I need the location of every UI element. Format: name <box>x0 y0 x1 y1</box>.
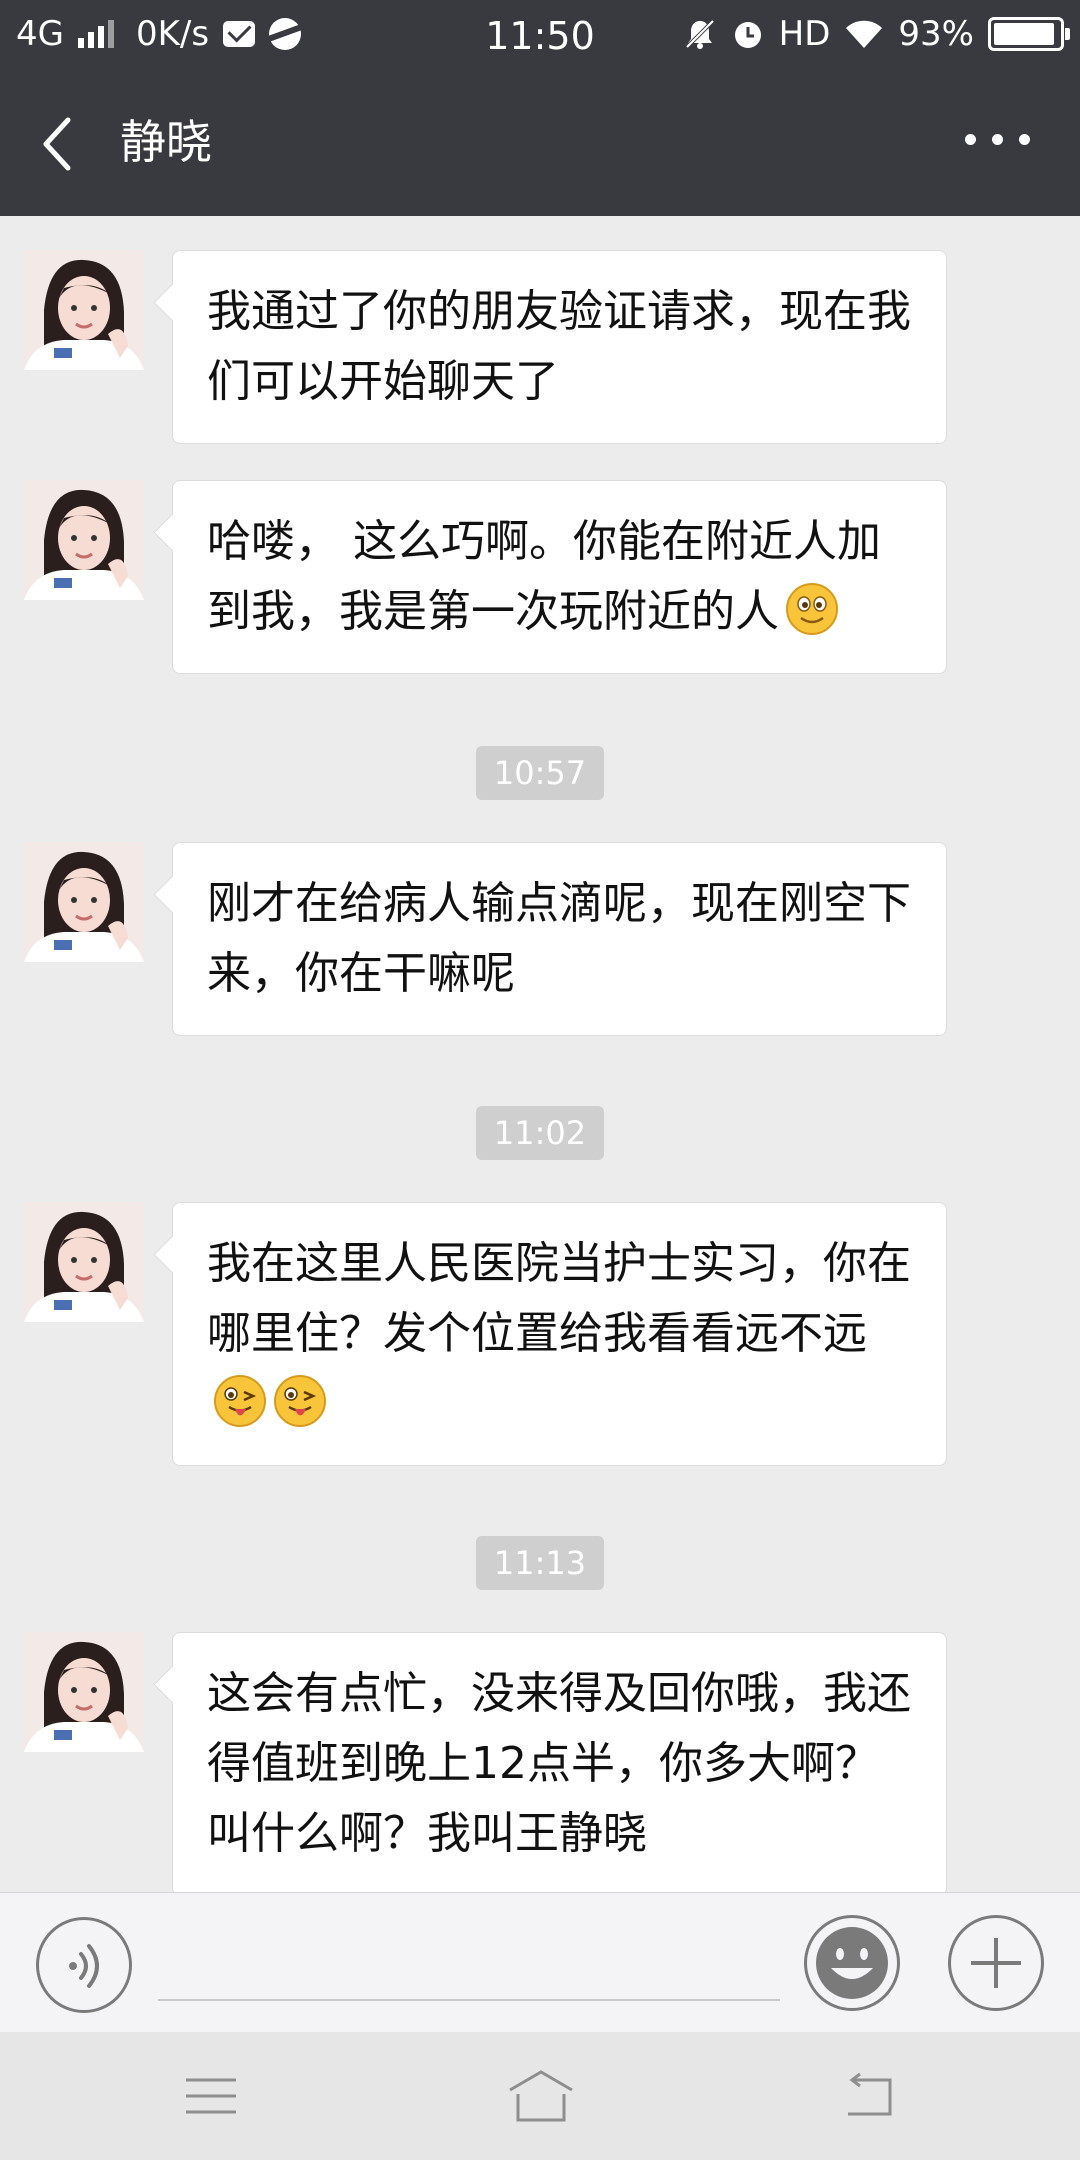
tongue-wink-emoji-icon <box>214 1375 266 1427</box>
voice-button[interactable] <box>36 1917 132 2013</box>
message-input[interactable] <box>158 1917 780 2001</box>
avatar[interactable] <box>24 1632 144 1752</box>
avatar[interactable] <box>24 480 144 600</box>
plus-icon <box>971 1938 1021 1988</box>
chat-title: 静晓 <box>120 115 212 169</box>
tongue-wink-emoji-icon <box>274 1375 326 1427</box>
home-icon[interactable] <box>506 2068 576 2124</box>
message-text: 我通过了你的朋友验证请求，现在我们可以开始聊天了 <box>207 286 911 407</box>
timestamp: 10:57 <box>0 746 1080 800</box>
message-text: 刚才在给病人输点滴呢，现在刚空下来，你在干嘛呢 <box>207 878 911 999</box>
avatar[interactable] <box>24 842 144 962</box>
avatar-image <box>24 842 144 962</box>
voice-icon <box>69 1944 99 1988</box>
emoji-icon <box>816 1927 888 1999</box>
status-bar: 4G 0K/s 11:50 HD 93% <box>0 0 1080 72</box>
message-bubble[interactable]: 我通过了你的朋友验证请求，现在我们可以开始聊天了 <box>172 250 947 444</box>
mute-bell-icon <box>685 19 715 49</box>
alarm-icon <box>734 22 761 48</box>
battery-icon <box>988 17 1070 51</box>
wifi-icon <box>846 20 883 48</box>
chat-area[interactable]: 我通过了你的朋友验证请求，现在我们可以开始聊天了 哈喽， 这么巧啊。你能在附近人… <box>0 216 1080 1892</box>
avatar-image <box>24 1632 144 1752</box>
hd-indicator: HD <box>778 14 831 54</box>
emoji-button[interactable] <box>804 1915 900 2011</box>
smile-emoji-icon <box>786 583 838 635</box>
avatar-image <box>24 1202 144 1322</box>
menu-icon[interactable] <box>184 2074 238 2118</box>
timestamp-label: 11:02 <box>475 1106 605 1160</box>
message-text: 这会有点忙，没来得及回你哦，我还得值班到晚上12点半，你多大啊？叫什么啊？我叫王… <box>207 1668 911 1859</box>
return-icon[interactable] <box>840 2072 896 2120</box>
battery-percent: 93% <box>898 14 974 54</box>
chevron-left-icon[interactable] <box>38 116 88 172</box>
timestamp: 11:02 <box>0 1106 1080 1160</box>
input-bar <box>0 1892 1080 2032</box>
message-bubble[interactable]: 我在这里人民医院当护士实习，你在哪里住？发个位置给我看看远不远 <box>172 1202 947 1466</box>
more-dots-icon[interactable] <box>965 134 1030 145</box>
timestamp-label: 11:13 <box>475 1536 605 1590</box>
timestamp: 11:13 <box>0 1536 1080 1590</box>
chat-header: 静晓 <box>0 72 1080 216</box>
message-text: 哈喽， 这么巧啊。你能在附近人加到我，我是第一次玩附近的人 <box>207 516 881 637</box>
plus-button[interactable] <box>948 1915 1044 2011</box>
status-right: HD 93% <box>683 14 1070 54</box>
system-nav-bar <box>0 2032 1080 2160</box>
message-bubble[interactable]: 哈喽， 这么巧啊。你能在附近人加到我，我是第一次玩附近的人 <box>172 480 947 674</box>
avatar-image <box>24 250 144 370</box>
avatar[interactable] <box>24 1202 144 1322</box>
avatar-image <box>24 480 144 600</box>
timestamp-label: 10:57 <box>475 746 605 800</box>
message-bubble[interactable]: 这会有点忙，没来得及回你哦，我还得值班到晚上12点半，你多大啊？叫什么啊？我叫王… <box>172 1632 947 1892</box>
message-bubble[interactable]: 刚才在给病人输点滴呢，现在刚空下来，你在干嘛呢 <box>172 842 947 1036</box>
avatar[interactable] <box>24 250 144 370</box>
message-text: 我在这里人民医院当护士实习，你在哪里住？发个位置给我看看远不远 <box>207 1238 911 1359</box>
